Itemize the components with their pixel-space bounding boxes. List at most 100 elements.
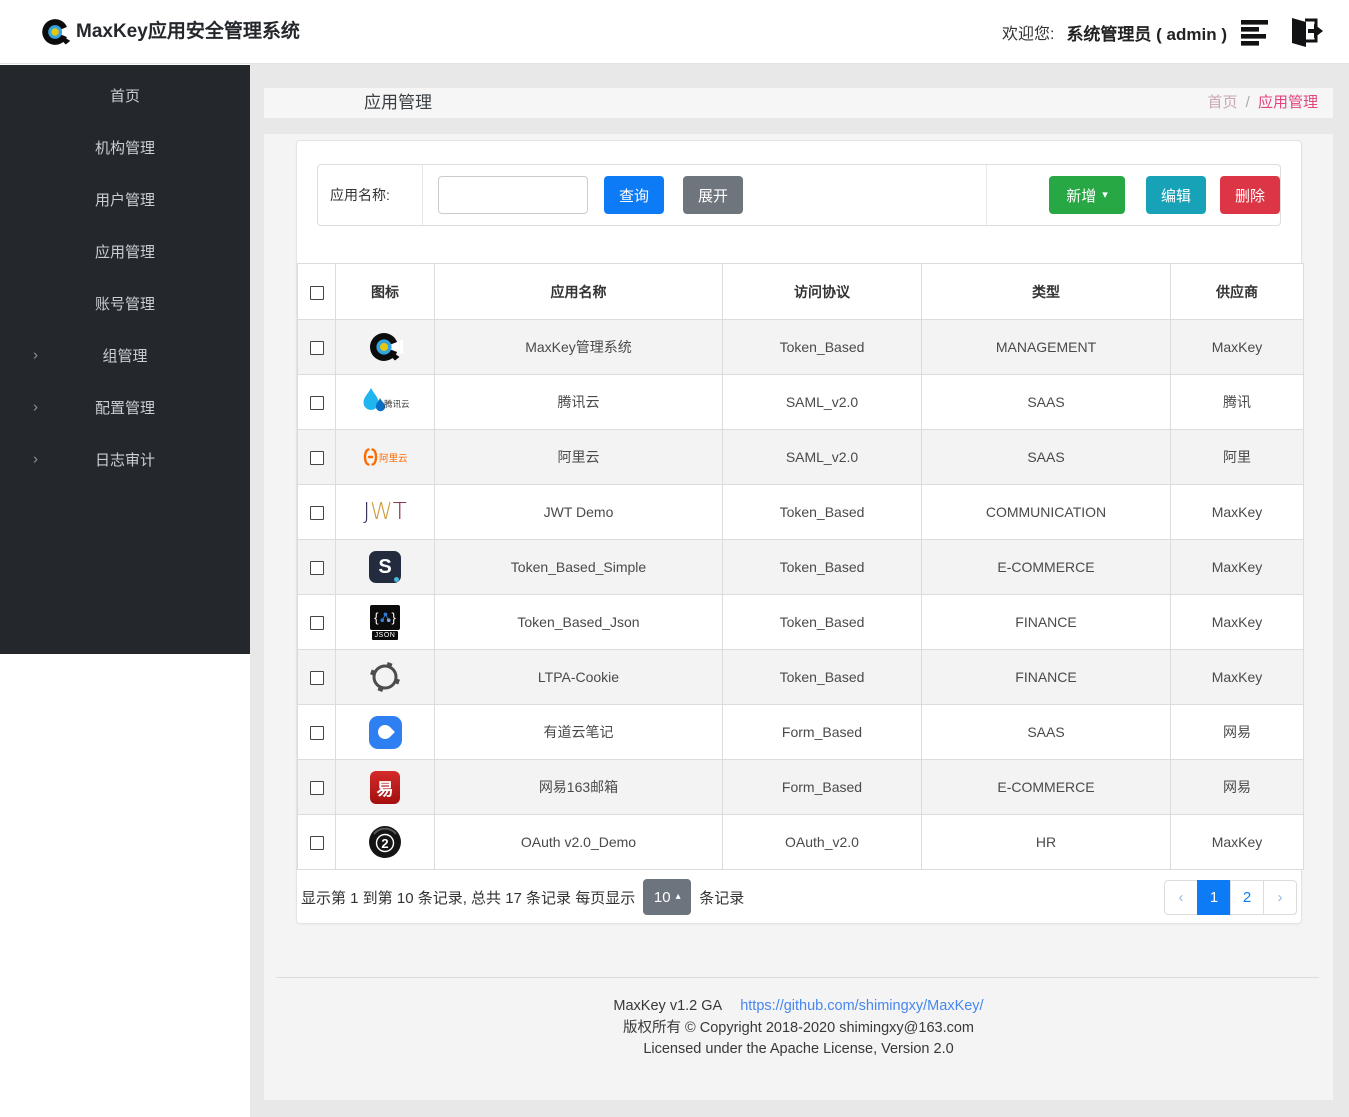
- row-checkbox[interactable]: [309, 836, 324, 851]
- footer-github-link[interactable]: https://github.com/shimingxy/MaxKey/: [740, 998, 983, 1014]
- app-vendor-cell: MaxKey: [1170, 539, 1304, 595]
- app-vendor-cell: 网易: [1170, 704, 1304, 760]
- brand-title: MaxKey应用安全管理系统: [76, 21, 300, 42]
- sidebar-item-home[interactable]: 首页: [0, 69, 250, 121]
- footer-divider: [276, 977, 1319, 978]
- page-size-select[interactable]: 10 ▴: [643, 879, 692, 915]
- row-checkbox[interactable]: [309, 451, 324, 466]
- next-page-button[interactable]: ›: [1263, 879, 1297, 915]
- row-checkbox[interactable]: [309, 671, 324, 686]
- caret-down-icon: ▾: [1102, 189, 1108, 201]
- prev-page-button[interactable]: ‹: [1164, 879, 1198, 915]
- action-buttons: 新增 ▾ 编辑 删除: [987, 176, 1280, 214]
- app-category-cell: SAAS: [921, 429, 1171, 485]
- table-row[interactable]: S Token_Based_Simple Token_Based E-COMMERCE…: [297, 539, 1304, 595]
- row-checkbox[interactable]: [309, 396, 324, 411]
- sidebar-item-label: 用户管理: [94, 191, 155, 209]
- breadcrumb-current: 应用管理: [1257, 94, 1318, 111]
- add-button[interactable]: 新增 ▾: [1049, 176, 1125, 214]
- row-select-cell: [297, 539, 336, 595]
- app-vendor-cell: 阿里: [1170, 429, 1304, 485]
- row-checkbox[interactable]: [309, 781, 324, 796]
- table-row[interactable]: {} JSON Token_Based_Json Token_Based FINANCE…: [297, 594, 1304, 650]
- app-category-cell: COMMUNICATION: [921, 484, 1171, 540]
- app-icon-cell: [335, 704, 435, 760]
- sidebar-item-label: 日志审计: [94, 451, 155, 469]
- app-name-cell: 有道云笔记: [434, 704, 723, 760]
- table-row[interactable]: JWT JWT Demo Token_Based COMMUNICATION MaxKe…: [297, 484, 1304, 540]
- content-panel: 应用名称: 查询 展开 新增 ▾ 编辑 删除 图标 应用名称 访问协议 类型 供…: [296, 140, 1304, 924]
- app-vendor-cell: MaxKey: [1170, 319, 1304, 375]
- svg-text:阿里云: 阿里云: [379, 454, 408, 465]
- table-row[interactable]: 阿里云 阿里云 SAML_v2.0 SAAS 阿里: [297, 429, 1304, 485]
- app-category-cell: SAAS: [921, 704, 1171, 760]
- sidebar-item-audit[interactable]: › 日志审计: [0, 433, 250, 485]
- app-vendor-cell: 网易: [1170, 759, 1304, 815]
- table-row[interactable]: LTPA-Cookie Token_Based FINANCE MaxKey: [297, 649, 1304, 705]
- sidebar-item-group[interactable]: › 组管理: [0, 329, 250, 381]
- app-name-cell: 阿里云: [434, 429, 723, 485]
- edit-button[interactable]: 编辑: [1146, 176, 1206, 214]
- app-name-cell: OAuth v2.0_Demo: [434, 814, 723, 870]
- row-checkbox[interactable]: [309, 616, 324, 631]
- youdao-note-icon: [368, 715, 402, 749]
- col-category: 类型: [921, 263, 1171, 320]
- page-title: 应用管理: [364, 93, 432, 112]
- breadcrumb-home[interactable]: 首页: [1207, 94, 1237, 111]
- sidebar-item-user[interactable]: 用户管理: [0, 173, 250, 225]
- page-button-2[interactable]: 2: [1230, 879, 1264, 915]
- row-checkbox[interactable]: [309, 506, 324, 521]
- delete-button[interactable]: 删除: [1220, 176, 1280, 214]
- oauth2-icon: 2: [369, 826, 401, 858]
- app-icon-cell: {} JSON: [335, 594, 435, 650]
- select-all-checkbox[interactable]: [309, 285, 324, 300]
- page-button-1[interactable]: 1: [1197, 879, 1231, 915]
- table-row[interactable]: 易网易163邮箱 Form_Based E-COMMERCE 网易: [297, 759, 1304, 815]
- caret-up-icon: ▴: [675, 891, 681, 902]
- app-name-input[interactable]: [438, 176, 589, 214]
- row-select-cell: [297, 704, 336, 760]
- chevron-right-icon: ›: [33, 398, 38, 416]
- app-vendor-cell: MaxKey: [1170, 484, 1304, 540]
- app-icon-cell: [335, 649, 435, 705]
- app-vendor-cell: MaxKey: [1170, 594, 1304, 650]
- footer-license: Licensed under the Apache License, Versi…: [643, 1041, 954, 1057]
- app-name-cell: 网易163邮箱: [434, 759, 723, 815]
- row-select-cell: [297, 594, 336, 650]
- app-vendor-cell: MaxKey: [1170, 649, 1304, 705]
- select-all-cell: [297, 263, 336, 320]
- apps-table-body: MaxKey管理系统 Token_Based MANAGEMENT MaxKey 腾讯云…: [297, 319, 1304, 870]
- row-checkbox[interactable]: [309, 341, 324, 356]
- breadcrumb-separator: /: [1245, 94, 1250, 111]
- app-name-cell: LTPA-Cookie: [434, 649, 723, 705]
- pagination-summary-prefix: 显示第 1 到第 10 条记录, 总共 17 条记录 每页显示: [301, 889, 636, 907]
- expand-button[interactable]: 展开: [683, 176, 744, 214]
- chevron-right-icon: ›: [33, 346, 38, 364]
- app-protocol-cell: OAuth_v2.0: [722, 814, 922, 870]
- query-button[interactable]: 查询: [604, 176, 665, 214]
- sidebar-item-config[interactable]: › 配置管理: [0, 381, 250, 433]
- sidebar-item-app[interactable]: 应用管理: [0, 225, 250, 277]
- row-checkbox[interactable]: [309, 726, 324, 741]
- sidebar-item-account[interactable]: 账号管理: [0, 277, 250, 329]
- table-row[interactable]: 2 OAuth v2.0_Demo OAuth_v2.0 HR MaxKey: [297, 814, 1304, 870]
- aliyun-icon: 阿里云: [363, 448, 408, 466]
- app-vendor-cell: MaxKey: [1170, 814, 1304, 870]
- table-row[interactable]: MaxKey管理系统 Token_Based MANAGEMENT MaxKey: [297, 319, 1304, 375]
- app-category-cell: E-COMMERCE: [921, 539, 1171, 595]
- row-checkbox[interactable]: [309, 561, 324, 576]
- col-app-name: 应用名称: [434, 263, 723, 320]
- table-row[interactable]: 腾讯云 腾讯云 SAML_v2.0 SAAS 腾讯: [297, 374, 1304, 430]
- app-category-cell: MANAGEMENT: [921, 319, 1171, 375]
- sidebar-item-org[interactable]: 机构管理: [0, 121, 250, 173]
- app-category-cell: FINANCE: [921, 594, 1171, 650]
- footer-copyright: 版权所有 © Copyright 2018-2020 shimingxy@163…: [623, 1019, 974, 1036]
- app-protocol-cell: Form_Based: [722, 704, 922, 760]
- app-protocol-cell: SAML_v2.0: [722, 429, 922, 485]
- simple-app-icon: S: [369, 551, 401, 583]
- menu-icon[interactable]: [1241, 19, 1271, 46]
- app-protocol-cell: Form_Based: [722, 759, 922, 815]
- sidebar-item-label: 配置管理: [94, 399, 155, 417]
- table-row[interactable]: 有道云笔记 Form_Based SAAS 网易: [297, 704, 1304, 760]
- logout-icon[interactable]: [1285, 16, 1323, 48]
